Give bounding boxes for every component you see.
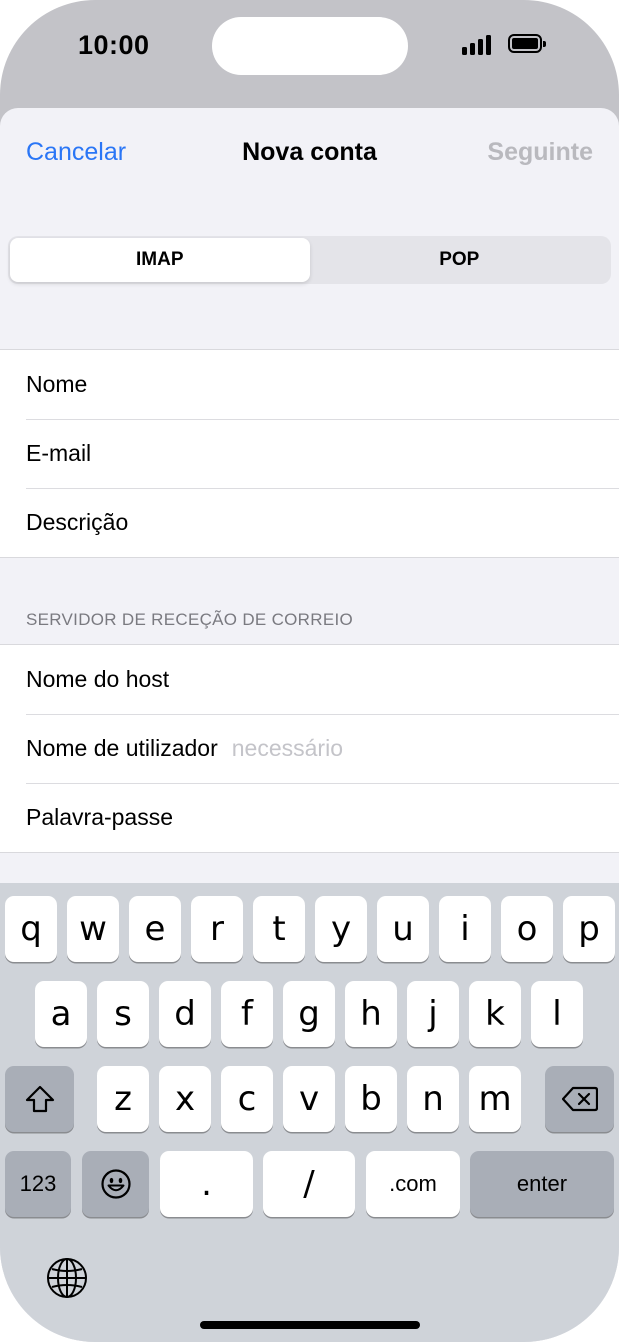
nav-bar: Cancelar Nova conta Seguinte	[0, 108, 619, 198]
key-g[interactable]: g	[283, 981, 335, 1047]
key-p[interactable]: p	[563, 896, 615, 962]
key-f[interactable]: f	[221, 981, 273, 1047]
key-w[interactable]: w	[67, 896, 119, 962]
enter-key[interactable]: enter	[470, 1151, 614, 1217]
key-d[interactable]: d	[159, 981, 211, 1047]
name-field-label: Nome	[26, 371, 88, 397]
backspace-key[interactable]	[545, 1066, 614, 1132]
username-placeholder: necessário	[231, 735, 343, 761]
key-n[interactable]: n	[407, 1066, 459, 1132]
shift-key[interactable]	[5, 1066, 74, 1132]
key-u[interactable]: u	[377, 896, 429, 962]
key-t[interactable]: t	[253, 896, 305, 962]
description-field[interactable]: Descrição	[0, 488, 619, 557]
dynamic-island	[212, 17, 408, 75]
key-q[interactable]: q	[5, 896, 57, 962]
segment-pop[interactable]: POP	[310, 238, 610, 282]
home-indicator[interactable]	[200, 1321, 420, 1329]
account-type-segmented-control: IMAP POP	[8, 236, 611, 284]
email-field[interactable]: E-mail	[0, 419, 619, 488]
key-h[interactable]: h	[345, 981, 397, 1047]
key-o[interactable]: o	[501, 896, 553, 962]
phone-screen: 10:00 Cancelar Nova conta Seguinte IMAP …	[0, 0, 619, 1342]
key-e[interactable]: e	[129, 896, 181, 962]
key-m[interactable]: m	[469, 1066, 521, 1132]
key-l[interactable]: l	[531, 981, 583, 1047]
numbers-key[interactable]: 123	[5, 1151, 71, 1217]
key-a[interactable]: a	[35, 981, 87, 1047]
emoji-icon	[100, 1169, 131, 1199]
key-x[interactable]: x	[159, 1066, 211, 1132]
backspace-icon	[561, 1086, 598, 1112]
segment-imap[interactable]: IMAP	[10, 238, 310, 282]
key-k[interactable]: k	[469, 981, 521, 1047]
account-fields-group: Nome E-mail Descrição	[0, 349, 619, 558]
key-i[interactable]: i	[439, 896, 491, 962]
battery-icon	[508, 34, 546, 53]
status-time: 10:00	[78, 30, 150, 60]
incoming-server-header: SERVIDOR DE RECEÇÃO DE CORREIO	[26, 610, 354, 629]
dotcom-key[interactable]: .com	[366, 1151, 460, 1217]
key-v[interactable]: v	[283, 1066, 335, 1132]
name-field[interactable]: Nome	[0, 350, 619, 419]
emoji-key[interactable]	[82, 1151, 149, 1217]
key-y[interactable]: y	[315, 896, 367, 962]
shift-icon	[25, 1085, 54, 1113]
email-field-label: E-mail	[26, 440, 92, 466]
key-z[interactable]: z	[97, 1066, 149, 1132]
password-field-label: Palavra-passe	[26, 804, 174, 830]
password-field[interactable]: Palavra-passe	[0, 783, 619, 852]
key-c[interactable]: c	[221, 1066, 273, 1132]
period-key[interactable]: .	[160, 1151, 253, 1217]
keyboard: qwertyuiop asdfghjkl zxcvbnm 123 . / .co…	[0, 883, 619, 1342]
username-field-label: Nome de utilizador	[26, 735, 218, 761]
globe-icon	[47, 1258, 87, 1298]
incoming-server-group: Nome do host Nome de utilizador necessár…	[0, 644, 619, 853]
key-s[interactable]: s	[97, 981, 149, 1047]
signal-icon	[462, 35, 492, 55]
description-field-label: Descrição	[26, 509, 129, 535]
globe-key[interactable]	[45, 1256, 89, 1300]
hostname-field[interactable]: Nome do host	[0, 645, 619, 714]
key-r[interactable]: r	[191, 896, 243, 962]
username-field[interactable]: Nome de utilizador necessário	[0, 714, 619, 783]
hostname-field-label: Nome do host	[26, 666, 170, 692]
next-button[interactable]: Seguinte	[487, 138, 593, 167]
key-b[interactable]: b	[345, 1066, 397, 1132]
key-j[interactable]: j	[407, 981, 459, 1047]
slash-key[interactable]: /	[263, 1151, 355, 1217]
